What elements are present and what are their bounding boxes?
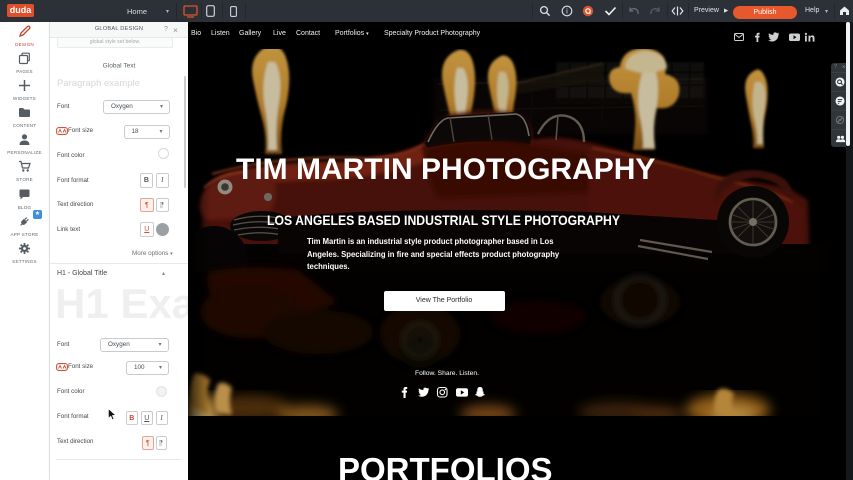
svg-text:i: i [566, 7, 568, 16]
